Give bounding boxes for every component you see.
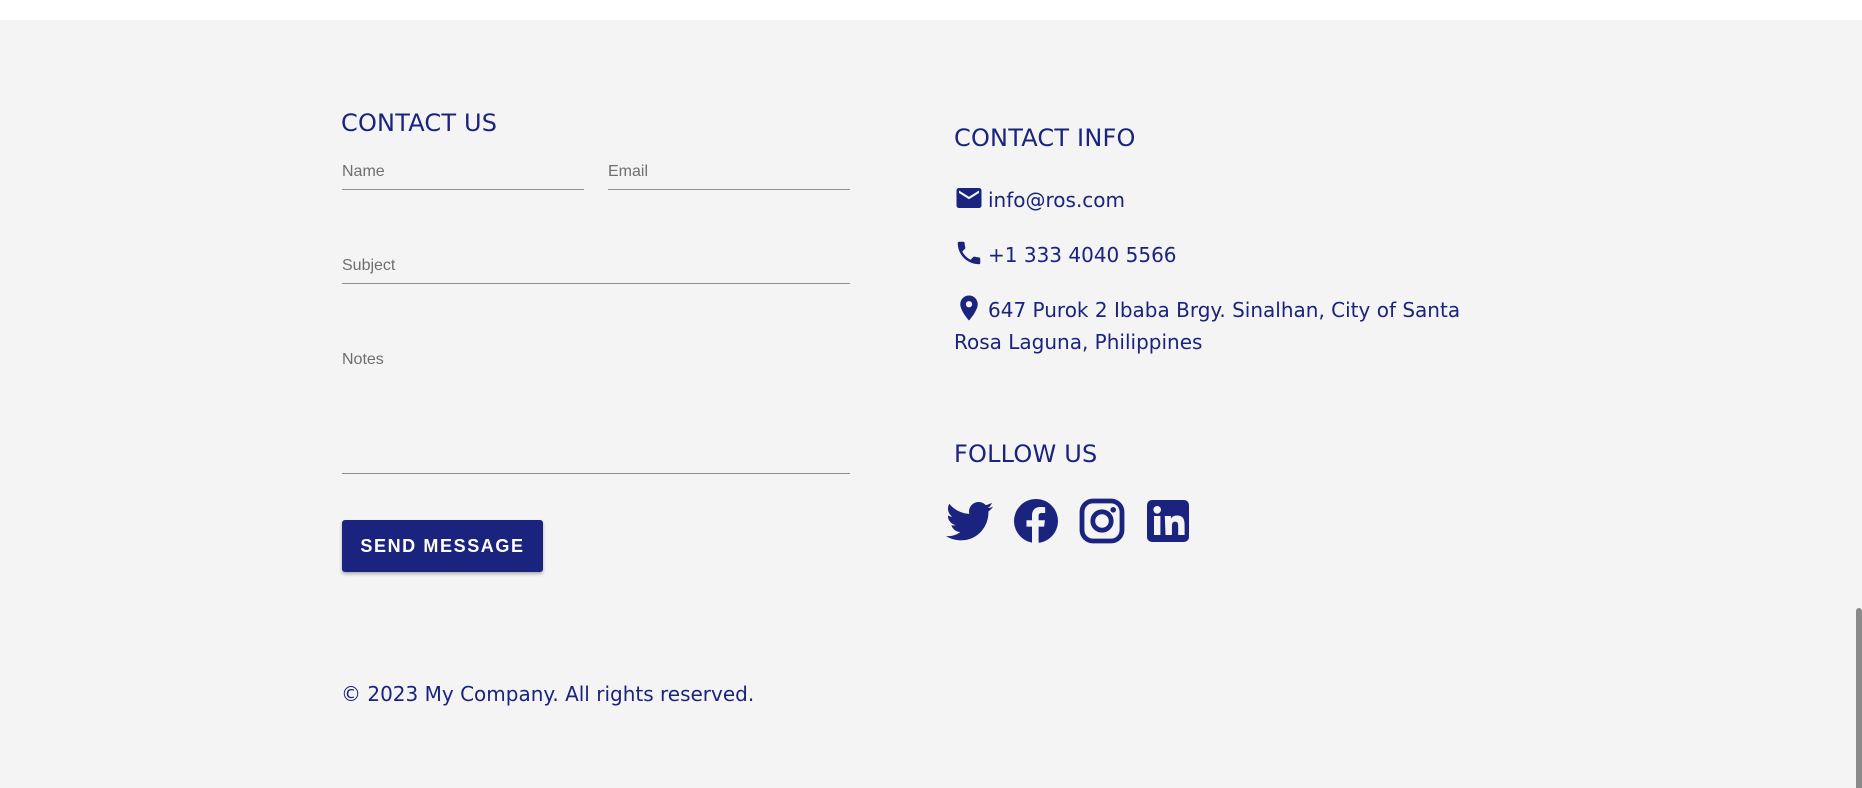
contact-email-row: info@ros.com xyxy=(954,183,1125,213)
email-field-wrapper xyxy=(608,163,850,190)
subject-input[interactable] xyxy=(342,257,850,275)
scrollbar-track[interactable] xyxy=(1856,20,1862,788)
top-white-bar xyxy=(0,0,1862,20)
scrollbar-thumb[interactable] xyxy=(1856,608,1862,788)
location-icon xyxy=(960,295,978,321)
instagram-icon[interactable] xyxy=(1078,497,1126,545)
linkedin-icon[interactable] xyxy=(1144,497,1192,545)
twitter-icon[interactable] xyxy=(946,497,994,545)
contact-info-title: CONTACT INFO xyxy=(954,124,1136,152)
notes-field-wrapper xyxy=(342,351,850,474)
email-icon xyxy=(956,188,982,208)
contact-address-row: 647 Purok 2 Ibaba Brgy. Sinalhan, City o… xyxy=(954,293,1474,358)
copyright-text: © 2023 My Company. All rights reserved. xyxy=(341,682,755,706)
name-field-wrapper xyxy=(342,163,584,190)
follow-us-title: FOLLOW US xyxy=(954,440,1098,468)
subject-field-wrapper xyxy=(342,257,850,284)
email-input[interactable] xyxy=(608,163,850,181)
contact-address-text: 647 Purok 2 Ibaba Brgy. Sinalhan, City o… xyxy=(954,298,1461,354)
contact-email-text: info@ros.com xyxy=(988,188,1126,212)
contact-phone-row: +1 333 4040 5566 xyxy=(954,238,1177,268)
contact-phone-text: +1 333 4040 5566 xyxy=(988,243,1177,267)
send-message-button[interactable]: SEND MESSAGE xyxy=(342,520,543,572)
name-input[interactable] xyxy=(342,163,584,181)
facebook-icon[interactable] xyxy=(1012,497,1060,545)
notes-textarea[interactable] xyxy=(342,351,850,473)
phone-icon xyxy=(957,241,981,265)
contact-us-title: CONTACT US xyxy=(341,109,498,137)
